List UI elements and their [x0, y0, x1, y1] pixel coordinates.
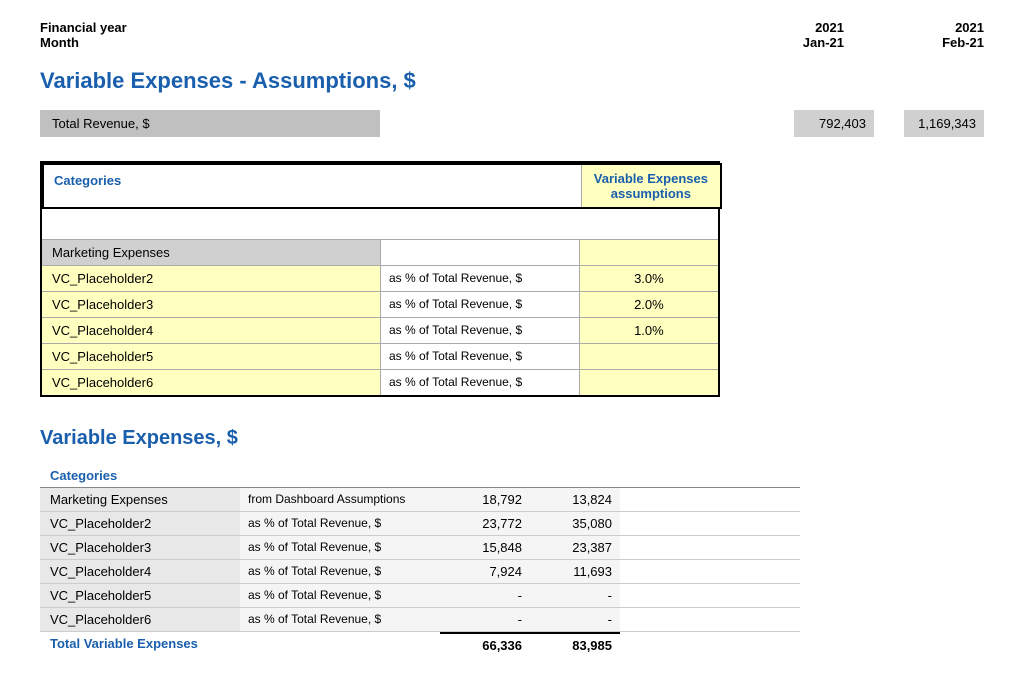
header-left: Financial year Month — [40, 20, 127, 50]
ve-val1-cell: - — [440, 608, 530, 631]
ve-rows: Marketing Expensesfrom Dashboard Assumpt… — [40, 487, 800, 631]
ve-table-row: VC_Placeholder5as % of Total Revenue, $-… — [40, 583, 800, 607]
assumptions-row: VC_Placeholder6as % of Total Revenue, $ — [42, 369, 718, 395]
ve-total-label: Total Variable Expenses — [40, 632, 440, 657]
assumptions-formula-cell: as % of Total Revenue, $ — [380, 292, 579, 317]
assumptions-rows: Marketing ExpensesVC_Placeholder2as % of… — [42, 239, 718, 395]
page-header: Financial year Month 2021 Jan-21 2021 Fe… — [40, 20, 984, 50]
assumptions-cat-cell: Marketing Expenses — [42, 240, 380, 265]
ve-cat-cell: VC_Placeholder3 — [40, 536, 240, 559]
assumptions-formula-cell: as % of Total Revenue, $ — [380, 344, 579, 369]
assumptions-formula-cell: as % of Total Revenue, $ — [380, 318, 579, 343]
col2-fy: 2021 — [904, 20, 984, 35]
ve-cat-cell: Marketing Expenses — [40, 488, 240, 511]
col2-month: Feb-21 — [904, 35, 984, 50]
ve-categories-header: Categories — [40, 464, 380, 487]
ve-val2-cell: - — [530, 584, 620, 607]
ve-table-row: VC_Placeholder6as % of Total Revenue, $-… — [40, 607, 800, 631]
assumptions-cat-cell: VC_Placeholder2 — [42, 266, 380, 291]
ve-table-row: Marketing Expensesfrom Dashboard Assumpt… — [40, 487, 800, 511]
ve-table-row: VC_Placeholder3as % of Total Revenue, $1… — [40, 535, 800, 559]
assumptions-pct-cell: 2.0% — [579, 292, 718, 317]
assumptions-row: VC_Placeholder2as % of Total Revenue, $3… — [42, 265, 718, 291]
header-right: 2021 Jan-21 2021 Feb-21 — [764, 20, 984, 50]
fy-label: Financial year — [40, 20, 127, 35]
ve-table-header: Categories — [40, 464, 800, 487]
total-revenue-col2: 1,169,343 — [904, 110, 984, 137]
assumptions-row: VC_Placeholder3as % of Total Revenue, $2… — [42, 291, 718, 317]
ve-cat-cell: VC_Placeholder4 — [40, 560, 240, 583]
ve-formula-cell: as % of Total Revenue, $ — [240, 536, 440, 559]
col1-fy: 2021 — [764, 20, 844, 35]
ve-val2-cell: 11,693 — [530, 560, 620, 583]
assumptions-pct-cell — [579, 240, 718, 265]
assumptions-pct-cell — [579, 370, 718, 395]
header-col1: 2021 Jan-21 — [764, 20, 844, 50]
assumptions-pct-cell: 1.0% — [579, 318, 718, 343]
section1-title: Variable Expenses - Assumptions, $ — [40, 68, 984, 94]
ve-formula-cell: from Dashboard Assumptions — [240, 488, 440, 511]
assumptions-row: VC_Placeholder4as % of Total Revenue, $1… — [42, 317, 718, 343]
ve-table: Categories Marketing Expensesfrom Dashbo… — [40, 464, 800, 657]
assumptions-formula-cell: as % of Total Revenue, $ — [380, 266, 579, 291]
ve-table-row: VC_Placeholder4as % of Total Revenue, $7… — [40, 559, 800, 583]
ve-formula-cell: as % of Total Revenue, $ — [240, 608, 440, 631]
section2-title: Variable Expenses, $ — [40, 427, 984, 450]
total-revenue-values: 792,403 1,169,343 — [794, 110, 984, 137]
ve-val2-cell: 23,387 — [530, 536, 620, 559]
assumptions-table-header: Categories Variable Expenses assumptions — [42, 163, 722, 209]
ve-total-val1: 66,336 — [440, 632, 530, 657]
ve-val1-cell: 15,848 — [440, 536, 530, 559]
assumptions-row: VC_Placeholder5as % of Total Revenue, $ — [42, 343, 718, 369]
total-revenue-label: Total Revenue, $ — [40, 110, 380, 137]
ve-formula-cell: as % of Total Revenue, $ — [240, 584, 440, 607]
ve-val1-cell: 23,772 — [440, 512, 530, 535]
ve-cat-cell: VC_Placeholder2 — [40, 512, 240, 535]
assumptions-cat-cell: VC_Placeholder3 — [42, 292, 380, 317]
col1-month: Jan-21 — [764, 35, 844, 50]
assumptions-cat-cell: VC_Placeholder6 — [42, 370, 380, 395]
month-label: Month — [40, 35, 127, 50]
assumptions-pct-cell: 3.0% — [579, 266, 718, 291]
ve-val1-cell: 18,792 — [440, 488, 530, 511]
total-revenue-row: Total Revenue, $ 792,403 1,169,343 — [40, 110, 984, 137]
assumptions-cat-cell: VC_Placeholder5 — [42, 344, 380, 369]
ve-table-row: VC_Placeholder2as % of Total Revenue, $2… — [40, 511, 800, 535]
assumptions-pct-cell — [579, 344, 718, 369]
assumptions-formula-cell — [380, 240, 579, 265]
assumptions-formula-cell: as % of Total Revenue, $ — [380, 370, 579, 395]
ve-val2-cell: 13,824 — [530, 488, 620, 511]
ve-val1-cell: - — [440, 584, 530, 607]
header-col2: 2021 Feb-21 — [904, 20, 984, 50]
ve-formula-cell: as % of Total Revenue, $ — [240, 512, 440, 535]
ve-val1-cell: 7,924 — [440, 560, 530, 583]
assumptions-cat-cell: VC_Placeholder4 — [42, 318, 380, 343]
ve-val2-cell: 35,080 — [530, 512, 620, 535]
ve-total-val2: 83,985 — [530, 632, 620, 657]
ve-cat-cell: VC_Placeholder5 — [40, 584, 240, 607]
ve-cat-cell: VC_Placeholder6 — [40, 608, 240, 631]
ve-formula-cell: as % of Total Revenue, $ — [240, 560, 440, 583]
col-categories-header: Categories — [44, 165, 382, 207]
col-ve-assumptions-header: Variable Expenses assumptions — [581, 165, 720, 207]
ve-val2-cell: - — [530, 608, 620, 631]
ve-total-row: Total Variable Expenses 66,336 83,985 — [40, 631, 800, 657]
assumptions-row: Marketing Expenses — [42, 239, 718, 265]
assumptions-table: Categories Variable Expenses assumptions… — [40, 161, 720, 397]
total-revenue-col1: 792,403 — [794, 110, 874, 137]
